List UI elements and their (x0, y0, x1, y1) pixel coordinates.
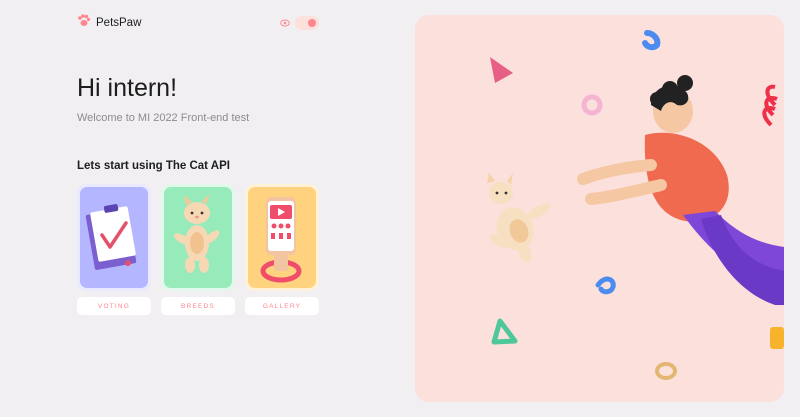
gallery-button[interactable]: GALLERY (245, 297, 319, 315)
greeting-heading: Hi intern! (77, 74, 178, 102)
hero-panel (415, 15, 784, 402)
voting-button[interactable]: VOTING (77, 297, 151, 315)
girl-and-pet-illustration (487, 30, 784, 380)
gallery-card-image[interactable] (245, 184, 319, 291)
theme-toggle (280, 14, 319, 32)
nav-cards: VOTING BREEDS GALLERY (77, 184, 319, 315)
section-title: Lets start using The Cat API (77, 160, 230, 172)
theme-switch[interactable] (295, 16, 319, 30)
voting-card: VOTING (77, 184, 151, 315)
voting-card-image[interactable] (77, 184, 151, 291)
gallery-card: GALLERY (245, 184, 319, 315)
vote-table-icon (85, 204, 137, 270)
breeds-button[interactable]: BREEDS (161, 297, 235, 315)
paw-icon (77, 14, 91, 32)
logo[interactable]: PetsPaw (77, 14, 141, 32)
logo-text: PetsPaw (96, 17, 142, 29)
eye-icon (280, 14, 290, 32)
welcome-subtitle: Welcome to MI 2022 Front-end test (77, 112, 250, 124)
theme-switch-knob (308, 19, 316, 27)
images-search-icon (260, 197, 302, 283)
breeds-card-image[interactable] (161, 184, 235, 291)
pet-breeds-icon (173, 194, 220, 273)
breeds-card: BREEDS (161, 184, 235, 315)
